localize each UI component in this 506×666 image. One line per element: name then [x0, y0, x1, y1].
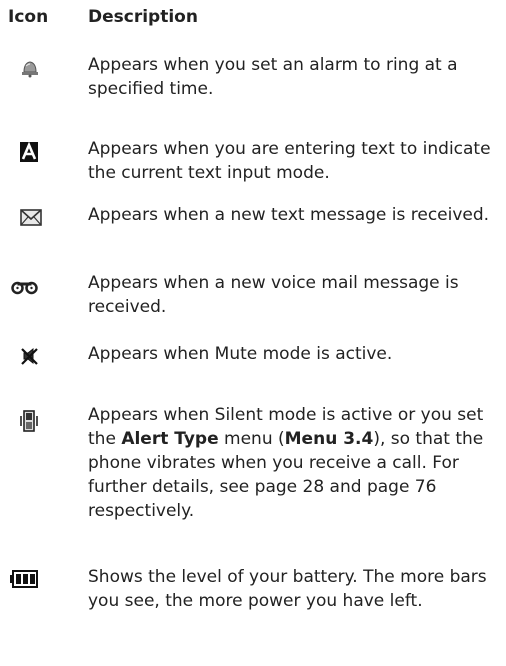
- alarm-icon: [22, 61, 38, 78]
- icon-description-table: Icon Description Appears when you set an…: [0, 0, 506, 666]
- row-description: Appears when Silent mode is active or yo…: [88, 405, 484, 521]
- row-description: Shows the level of your battery. The mor…: [88, 567, 487, 611]
- voicemail-icon: [11, 281, 38, 295]
- table-row: Appears when a new voice mail message is…: [8, 271, 503, 319]
- description-column-header: Description: [88, 7, 198, 27]
- table-row: Appears when Silent mode is active or yo…: [8, 403, 503, 523]
- row-description: Appears when you are entering text to in…: [88, 139, 491, 183]
- alert-type-menu-name: Alert Type: [121, 429, 219, 449]
- text-input-mode-icon: [20, 142, 38, 162]
- menu-number: Menu 3.4: [284, 429, 374, 449]
- row-description: Appears when you set an alarm to ring at…: [88, 55, 458, 99]
- envelope-icon: [20, 209, 42, 226]
- table-row: Shows the level of your battery. The mor…: [8, 565, 503, 613]
- row-description: Appears when a new voice mail message is…: [88, 273, 459, 317]
- battery-icon: [10, 570, 38, 588]
- table-row: Appears when you are entering text to in…: [8, 137, 503, 185]
- table-row: Appears when a new text message is recei…: [8, 203, 503, 227]
- mute-icon: [21, 347, 38, 365]
- silent-vibrate-icon: [20, 410, 38, 432]
- row-description: Appears when a new text message is recei…: [88, 205, 490, 225]
- icon-column-header: Icon: [8, 7, 49, 27]
- table-header: Icon Description: [8, 4, 198, 30]
- table-row: Appears when you set an alarm to ring at…: [8, 53, 503, 101]
- table-row: Appears when Mute mode is active.: [8, 342, 503, 366]
- row-description: Appears when Mute mode is active.: [88, 344, 393, 364]
